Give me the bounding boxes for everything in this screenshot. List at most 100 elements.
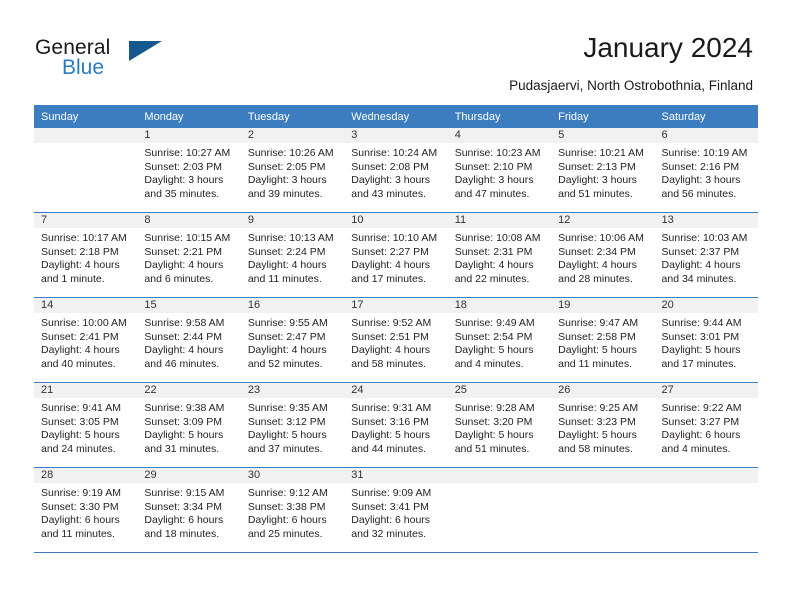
- day-details: Sunrise: 9:52 AM Sunset: 2:51 PM Daylight:…: [344, 313, 447, 371]
- day-details: Sunrise: 9:47 AM Sunset: 2:58 PM Daylight:…: [551, 313, 654, 371]
- day-detail-line: Sunrise: 9:38 AM: [144, 402, 225, 414]
- calendar-day-cell[interactable]: 21 Sunrise: 9:41 AM Sunset: 3:05 PM Dayligh…: [34, 382, 138, 468]
- day-detail-line: and 4 minutes.: [661, 442, 731, 455]
- day-number: 16: [240, 298, 345, 313]
- day-number: 25: [447, 383, 552, 398]
- day-detail-line: Sunrise: 9:35 AM: [247, 402, 328, 414]
- calendar-day-cell[interactable]: 1 Sunrise: 10:27 AM Sunset: 2:03 PM Dayligh…: [137, 128, 241, 213]
- calendar-day-cell[interactable]: 12 Sunrise: 10:06 AM Sunset: 2:34 PM Daylig…: [551, 212, 655, 298]
- day-details: Sunrise: 10:06 AM Sunset: 2:34 PM Daylight…: [551, 228, 654, 286]
- day-details: Sunrise: 9:55 AM Sunset: 2:47 PM Daylight:…: [241, 313, 344, 371]
- day-detail-line: Sunrise: 9:15 AM: [144, 487, 225, 499]
- day-detail-line: and 11 minutes.: [247, 272, 322, 285]
- day-detail-line: and 58 minutes.: [558, 442, 633, 455]
- day-detail-line: Daylight: 4 hours: [661, 259, 741, 272]
- calendar-day-cell[interactable]: 23 Sunrise: 9:35 AM Sunset: 3:12 PM Dayligh…: [240, 382, 345, 468]
- day-detail-line: Sunrise: 9:52 AM: [351, 317, 432, 329]
- day-detail-line: Sunset: 2:41 PM: [41, 330, 119, 343]
- day-detail-line: and 18 minutes.: [144, 527, 220, 540]
- page-title: January 2024: [583, 32, 753, 63]
- calendar-day-cell[interactable]: 8 Sunrise: 10:15 AM Sunset: 2:21 PM Dayligh…: [137, 212, 241, 298]
- day-detail-line: Sunrise: 9:12 AM: [247, 487, 328, 499]
- calendar-day-cell[interactable]: 14 Sunrise: 10:00 AM Sunset: 2:41 PM Daylig…: [34, 297, 138, 383]
- day-detail-line: Sunset: 3:20 PM: [454, 415, 533, 428]
- day-detail-line: and 40 minutes.: [41, 357, 116, 370]
- day-detail-line: and 46 minutes.: [144, 357, 220, 370]
- day-details: [448, 483, 551, 487]
- calendar-day-cell[interactable]: 19 Sunrise: 9:47 AM Sunset: 2:58 PM Dayligh…: [551, 297, 655, 383]
- calendar-day-cell[interactable]: 24 Sunrise: 9:31 AM Sunset: 3:16 PM Dayligh…: [344, 382, 448, 468]
- day-detail-line: Sunrise: 10:10 AM: [351, 232, 438, 244]
- calendar-day-cell[interactable]: 27 Sunrise: 9:22 AM Sunset: 3:27 PM Dayligh…: [654, 382, 758, 468]
- day-number: 28: [34, 468, 138, 483]
- day-detail-line: Daylight: 5 hours: [144, 429, 224, 442]
- day-detail-line: Sunrise: 10:19 AM: [661, 147, 748, 159]
- calendar-cell-empty: [551, 467, 655, 553]
- day-details: Sunrise: 10:10 AM Sunset: 2:27 PM Daylight…: [344, 228, 447, 286]
- day-detail-line: Daylight: 3 hours: [661, 174, 741, 187]
- day-details: Sunrise: 9:22 AM Sunset: 3:27 PM Daylight:…: [655, 398, 758, 456]
- calendar-day-cell[interactable]: 22 Sunrise: 9:38 AM Sunset: 3:09 PM Dayligh…: [137, 382, 241, 468]
- day-detail-line: Sunrise: 10:13 AM: [247, 232, 334, 244]
- calendar-day-cell[interactable]: 17 Sunrise: 9:52 AM Sunset: 2:51 PM Dayligh…: [344, 297, 448, 383]
- calendar-day-cell[interactable]: 7 Sunrise: 10:17 AM Sunset: 2:18 PM Dayligh…: [34, 212, 138, 298]
- calendar-cell-empty: [654, 467, 758, 553]
- day-detail-line: Daylight: 6 hours: [661, 429, 741, 442]
- day-detail-line: Daylight: 3 hours: [558, 174, 637, 187]
- day-detail-line: and 25 minutes.: [247, 527, 323, 540]
- calendar-day-cell[interactable]: 3 Sunrise: 10:24 AM Sunset: 2:08 PM Dayligh…: [344, 128, 448, 213]
- calendar-day-cell[interactable]: 16 Sunrise: 9:55 AM Sunset: 2:47 PM Dayligh…: [240, 297, 345, 383]
- day-detail-line: and 11 minutes.: [41, 527, 115, 540]
- day-detail-line: Sunset: 3:34 PM: [144, 500, 223, 513]
- calendar-day-cell[interactable]: 10 Sunrise: 10:10 AM Sunset: 2:27 PM Daylig…: [344, 212, 448, 298]
- calendar-day-cell[interactable]: 25 Sunrise: 9:28 AM Sunset: 3:20 PM Dayligh…: [447, 382, 552, 468]
- calendar-day-cell[interactable]: 4 Sunrise: 10:23 AM Sunset: 2:10 PM Dayligh…: [447, 128, 552, 213]
- calendar-day-cell[interactable]: 15 Sunrise: 9:58 AM Sunset: 2:44 PM Dayligh…: [137, 297, 241, 383]
- day-details: Sunrise: 9:49 AM Sunset: 2:54 PM Daylight:…: [448, 313, 551, 371]
- day-number: 17: [344, 298, 448, 313]
- calendar-day-cell[interactable]: 13 Sunrise: 10:03 AM Sunset: 2:37 PM Daylig…: [654, 212, 758, 298]
- day-detail-line: and 43 minutes.: [351, 187, 426, 200]
- weekday-header-saturday: Saturday: [654, 105, 758, 128]
- day-details: Sunrise: 10:13 AM Sunset: 2:24 PM Daylight…: [241, 228, 344, 286]
- calendar-day-cell[interactable]: 5 Sunrise: 10:21 AM Sunset: 2:13 PM Dayligh…: [551, 128, 655, 213]
- calendar-day-cell[interactable]: 18 Sunrise: 9:49 AM Sunset: 2:54 PM Dayligh…: [447, 297, 552, 383]
- calendar-week-row: 14 Sunrise: 10:00 AM Sunset: 2:41 PM Daylig…: [34, 297, 758, 383]
- page-subtitle: Pudasjaervi, North Ostrobothnia, Finland: [509, 78, 753, 93]
- day-detail-line: Sunrise: 9:44 AM: [661, 317, 742, 329]
- day-detail-line: and 51 minutes.: [558, 187, 633, 200]
- calendar-body: 1 Sunrise: 10:27 AM Sunset: 2:03 PM Dayligh…: [34, 128, 758, 553]
- day-number: 1: [137, 128, 241, 143]
- calendar-day-cell[interactable]: 20 Sunrise: 9:44 AM Sunset: 3:01 PM Dayligh…: [654, 297, 758, 383]
- calendar-day-cell[interactable]: 30 Sunrise: 9:12 AM Sunset: 3:38 PM Dayligh…: [240, 467, 345, 553]
- day-detail-line: Daylight: 5 hours: [247, 429, 327, 442]
- day-number: 22: [137, 383, 241, 398]
- day-detail-line: Daylight: 5 hours: [558, 344, 637, 357]
- generalblue-logo: General Blue: [35, 36, 215, 88]
- day-detail-line: Daylight: 3 hours: [247, 174, 327, 187]
- calendar-day-cell[interactable]: 11 Sunrise: 10:08 AM Sunset: 2:31 PM Daylig…: [447, 212, 552, 298]
- weekday-header-thursday: Thursday: [447, 105, 552, 128]
- day-details: Sunrise: 9:09 AM Sunset: 3:41 PM Daylight:…: [344, 483, 447, 541]
- calendar-day-cell[interactable]: 29 Sunrise: 9:15 AM Sunset: 3:34 PM Dayligh…: [137, 467, 241, 553]
- calendar-day-cell[interactable]: 9 Sunrise: 10:13 AM Sunset: 2:24 PM Dayligh…: [240, 212, 345, 298]
- day-details: Sunrise: 10:27 AM Sunset: 2:03 PM Daylight…: [137, 143, 240, 201]
- day-details: Sunrise: 10:17 AM Sunset: 2:18 PM Daylight…: [34, 228, 137, 286]
- calendar-day-cell[interactable]: 6 Sunrise: 10:19 AM Sunset: 2:16 PM Dayligh…: [654, 128, 758, 213]
- calendar-day-cell[interactable]: 26 Sunrise: 9:25 AM Sunset: 3:23 PM Dayligh…: [551, 382, 655, 468]
- day-detail-line: Sunrise: 9:55 AM: [247, 317, 328, 329]
- day-detail-line: Sunrise: 10:24 AM: [351, 147, 438, 159]
- day-number: 26: [551, 383, 655, 398]
- day-number: [447, 468, 552, 483]
- calendar-day-cell[interactable]: 28 Sunrise: 9:19 AM Sunset: 3:30 PM Dayligh…: [34, 467, 138, 553]
- day-detail-line: Sunrise: 9:58 AM: [144, 317, 225, 329]
- day-detail-line: and 17 minutes.: [351, 272, 426, 285]
- day-number: 29: [137, 468, 241, 483]
- calendar-day-cell[interactable]: 2 Sunrise: 10:26 AM Sunset: 2:05 PM Dayligh…: [240, 128, 345, 213]
- day-detail-line: Daylight: 6 hours: [41, 514, 120, 527]
- calendar-day-cell[interactable]: 31 Sunrise: 9:09 AM Sunset: 3:41 PM Dayligh…: [344, 467, 448, 553]
- day-detail-line: Sunrise: 9:47 AM: [558, 317, 639, 329]
- day-details: Sunrise: 9:41 AM Sunset: 3:05 PM Daylight:…: [34, 398, 137, 456]
- day-detail-line: Sunrise: 10:08 AM: [454, 232, 541, 244]
- day-detail-line: and 22 minutes.: [454, 272, 530, 285]
